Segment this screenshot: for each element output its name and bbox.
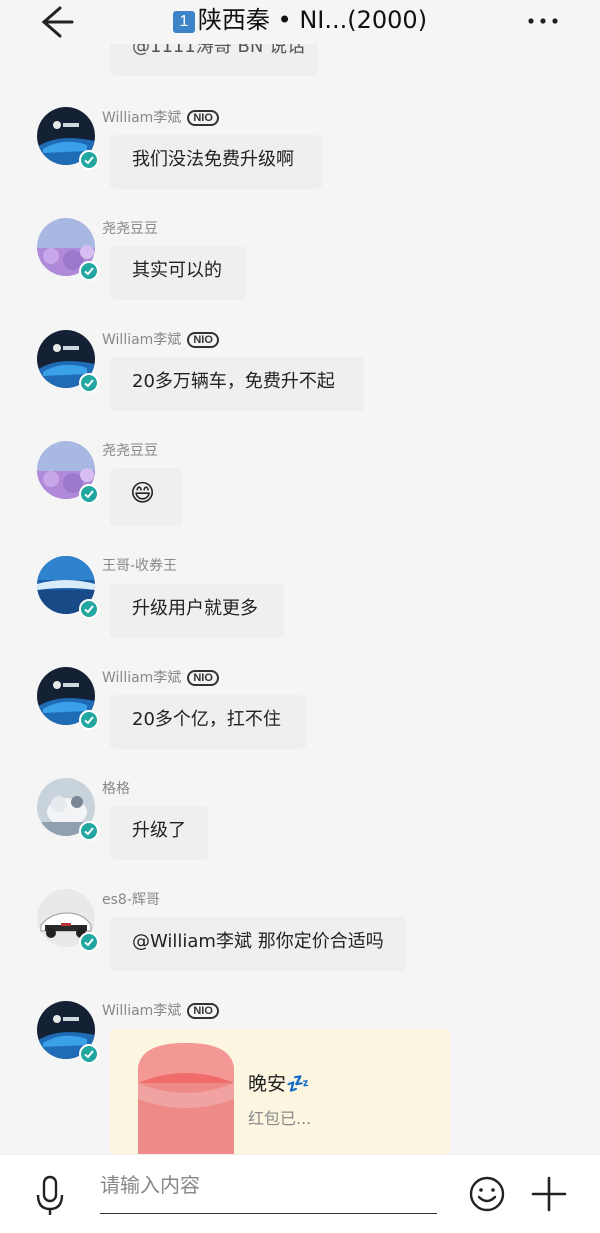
verified-badge-icon (79, 821, 99, 841)
group-title-text: 陕西秦 • NI...(2000) (197, 6, 428, 34)
message-text: 其实可以的 (132, 260, 222, 281)
emoji-message: 😄 (130, 479, 156, 507)
red-packet-card[interactable]: 晚安💤 红包已... (110, 1029, 450, 1154)
sender-name[interactable]: William李斌 NIO (102, 669, 219, 687)
sender-name[interactable]: 王哥-收券王 (102, 557, 177, 575)
red-packet-status: 红包已... (248, 1109, 312, 1128)
input-underline (100, 1213, 437, 1214)
message-input[interactable]: 请输入内容 (100, 1169, 200, 1198)
nio-badge-icon: NIO (187, 1003, 219, 1019)
red-packet-title: 晚安💤 (248, 1073, 310, 1095)
message-text: @William李斌 那你定价合适吗 (132, 931, 384, 952)
message-bubble-partial[interactable]: @1111涛哥 BN 说话 (110, 44, 318, 76)
sender-name[interactable]: William李斌 NIO (102, 331, 219, 349)
more-options-icon[interactable] (526, 8, 560, 34)
sender-name[interactable]: es8-辉哥 (102, 891, 160, 909)
message-text: 20多万辆车，免费升不起 (132, 371, 335, 392)
nio-badge-icon: NIO (187, 332, 219, 348)
sender-name[interactable]: 尧尧豆豆 (102, 442, 158, 460)
sender-name[interactable]: 尧尧豆豆 (102, 220, 158, 238)
message-text: 升级用户就更多 (132, 598, 258, 619)
message-bubble[interactable]: 升级用户就更多 (110, 584, 284, 638)
nio-badge-icon: NIO (187, 670, 219, 686)
verified-badge-icon (79, 1044, 99, 1064)
message-bubble[interactable]: 升级了 (110, 806, 208, 860)
group-title: 1 陕西秦 • NI...(2000) (0, 4, 600, 36)
message-bubble[interactable]: 我们没法免费升级啊 (110, 135, 322, 189)
message-text: 20多个亿，扛不住 (132, 709, 281, 730)
message-bubble[interactable]: 20多万辆车，免费升不起 (110, 357, 364, 411)
title-number-badge: 1 (172, 11, 195, 33)
verified-badge-icon (79, 261, 99, 281)
verified-badge-icon (79, 484, 99, 504)
sender-name[interactable]: William李斌 NIO (102, 109, 219, 127)
microphone-icon[interactable] (34, 1175, 66, 1217)
message-bubble[interactable]: 😄 (110, 468, 182, 526)
chat-header: 1 陕西秦 • NI...(2000) (0, 0, 600, 44)
verified-badge-icon (79, 150, 99, 170)
message-bubble[interactable]: @William李斌 那你定价合适吗 (110, 917, 406, 971)
message-text: @1111涛哥 BN 说话 (132, 44, 306, 57)
verified-badge-icon (79, 710, 99, 730)
plus-icon[interactable] (530, 1175, 568, 1213)
message-bubble[interactable]: 20多个亿，扛不住 (110, 695, 306, 749)
chat-message-list[interactable]: @1111涛哥 BN 说话 William李斌 NIO 我们没法免费升级啊 尧尧… (0, 44, 600, 1154)
message-bubble[interactable]: 其实可以的 (110, 246, 246, 300)
emoji-icon[interactable] (468, 1175, 506, 1213)
sender-name[interactable]: 格格 (102, 780, 130, 798)
red-envelope-icon (138, 1043, 234, 1154)
verified-badge-icon (79, 599, 99, 619)
message-input-bar: 请输入内容 (0, 1154, 600, 1233)
message-text: 我们没法免费升级啊 (132, 149, 294, 170)
verified-badge-icon (79, 373, 99, 393)
nio-badge-icon: NIO (187, 110, 219, 126)
sender-name[interactable]: William李斌 NIO (102, 1002, 219, 1020)
message-text: 升级了 (132, 820, 186, 841)
verified-badge-icon (79, 932, 99, 952)
